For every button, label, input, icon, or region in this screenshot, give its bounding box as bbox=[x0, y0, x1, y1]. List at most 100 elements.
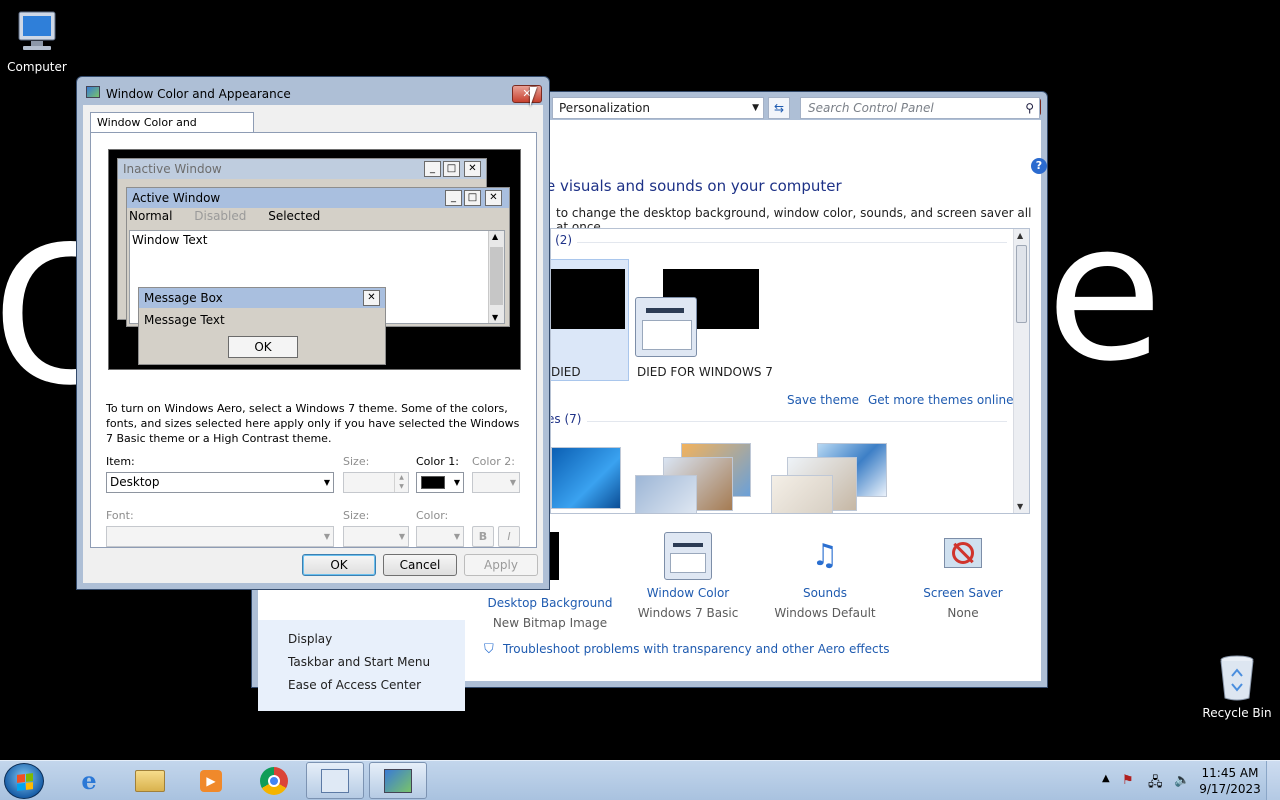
my-themes-label: s (2) bbox=[551, 233, 573, 247]
troubleshoot-link[interactable]: Troubleshoot problems with transparency … bbox=[503, 642, 890, 656]
close-icon: ✕ bbox=[464, 161, 481, 177]
group-divider bbox=[587, 421, 1007, 422]
color1-label: Color 1: bbox=[416, 455, 459, 468]
dialog-body: Window Color and Appearance Inactive Win… bbox=[83, 105, 543, 583]
scroll-up-icon[interactable]: ▲ bbox=[1017, 231, 1023, 240]
recycle-bin-label: Recycle Bin bbox=[1202, 706, 1272, 720]
network-icon[interactable]: 🖧 bbox=[1148, 773, 1163, 795]
file-explorer-button[interactable] bbox=[121, 762, 179, 799]
address-bar[interactable]: Personalization ▼ bbox=[552, 97, 764, 119]
appearance-preview[interactable]: Inactive Window _ □ ✕ Active Window _ □ … bbox=[108, 149, 521, 370]
media-player-icon: ▶ bbox=[200, 769, 222, 792]
refresh-icon: ⇆ bbox=[773, 101, 785, 115]
dialog-title: Window Color and Appearance bbox=[106, 87, 291, 101]
windows-logo-icon bbox=[17, 773, 33, 791]
start-button[interactable] bbox=[4, 763, 44, 799]
theme-name-died: DIED bbox=[551, 365, 581, 379]
notification-area: ▲ ⚑ 🖧 🔈 bbox=[1098, 761, 1198, 800]
theme-united-states[interactable] bbox=[771, 475, 833, 513]
refresh-button[interactable]: ⇆ bbox=[768, 97, 790, 119]
color1-picker[interactable]: ▼ bbox=[416, 472, 464, 493]
computer-desktop-icon[interactable]: Computer bbox=[0, 8, 77, 74]
theme-preview-died bbox=[551, 269, 625, 329]
font-color-picker[interactable]: ▼ bbox=[416, 526, 464, 547]
display-icon bbox=[86, 86, 100, 98]
taskbar: e ▶ ▲ ⚑ 🖧 🔈 11:45 AM 9/17/2023 bbox=[0, 760, 1280, 800]
font-label: Font: bbox=[106, 509, 134, 522]
tab-window-color[interactable]: Window Color and Appearance bbox=[90, 112, 254, 148]
nav-taskbar[interactable]: Taskbar and Start Menu bbox=[288, 655, 430, 669]
chevron-down-icon: ▼ bbox=[323, 478, 330, 487]
theme-windows7[interactable] bbox=[551, 447, 621, 509]
theme-landscapes[interactable] bbox=[635, 475, 697, 513]
desktop-background-value: New Bitmap Image bbox=[492, 616, 608, 630]
font-select[interactable]: ▼ bbox=[106, 526, 334, 547]
menu-normal: Normal bbox=[129, 209, 173, 223]
computer-label: Computer bbox=[7, 60, 67, 74]
show-hidden-icons-icon[interactable]: ▲ bbox=[1102, 773, 1110, 784]
window-text: Window Text bbox=[132, 233, 208, 247]
sounds-item[interactable]: ♫ Sounds Windows Default bbox=[755, 532, 895, 620]
window-color-label: Window Color bbox=[646, 586, 730, 600]
color2-picker[interactable]: ▼ bbox=[472, 472, 520, 493]
size-label: Size: bbox=[343, 455, 370, 468]
msgbox-ok-button: OK bbox=[228, 336, 298, 358]
display-icon bbox=[384, 768, 412, 793]
nav-display[interactable]: Display bbox=[288, 632, 332, 646]
search-placeholder: Search Control Panel bbox=[808, 101, 934, 115]
font-size-select[interactable]: ▼ bbox=[343, 526, 409, 547]
chevron-down-icon[interactable]: ▼ bbox=[752, 98, 759, 118]
menu-selected: Selected bbox=[268, 209, 321, 223]
media-player-button[interactable]: ▶ bbox=[182, 762, 240, 799]
sounds-value: Windows Default bbox=[774, 606, 876, 620]
window-color-item[interactable]: Window Color Windows 7 Basic bbox=[618, 532, 758, 620]
screen-saver-item[interactable]: Screen Saver None bbox=[893, 532, 1033, 620]
desktop-background-label: Desktop Background bbox=[487, 596, 613, 610]
cancel-button[interactable]: Cancel bbox=[383, 554, 457, 576]
nav-ease-of-access[interactable]: Ease of Access Center bbox=[288, 678, 421, 692]
item-select[interactable]: Desktop ▼ bbox=[106, 472, 334, 493]
control-panel-button[interactable] bbox=[306, 762, 364, 799]
preview-message-box: Message Box ✕ Message Text OK bbox=[138, 287, 386, 365]
volume-icon[interactable]: 🔈 bbox=[1174, 773, 1190, 788]
display-settings-button[interactable] bbox=[369, 762, 427, 799]
msgbox-caption: Message Box bbox=[139, 288, 385, 308]
preview-scrollbar: ▲ ▼ bbox=[488, 231, 504, 323]
dialog-close-button[interactable]: ✕ bbox=[512, 85, 542, 103]
clock[interactable]: 11:45 AM 9/17/2023 bbox=[1198, 765, 1262, 797]
bold-button[interactable]: B bbox=[472, 526, 494, 547]
chrome-button[interactable] bbox=[245, 762, 303, 799]
scroll-thumb[interactable] bbox=[1016, 245, 1027, 323]
chevron-down-icon: ▼ bbox=[398, 532, 405, 541]
search-icon[interactable]: ⚲ bbox=[1025, 98, 1034, 118]
screen-saver-value: None bbox=[947, 606, 979, 620]
preview-menu: Normal Disabled Selected bbox=[129, 209, 338, 223]
see-also-panel: Display Taskbar and Start Menu Ease of A… bbox=[258, 620, 465, 711]
get-more-themes-link[interactable]: Get more themes online bbox=[868, 393, 1014, 407]
scroll-down-icon[interactable]: ▼ bbox=[1017, 502, 1023, 511]
computer-icon bbox=[18, 11, 56, 50]
search-input[interactable]: Search Control Panel ⚲ bbox=[800, 97, 1040, 119]
help-icon[interactable]: ? bbox=[1031, 158, 1047, 174]
folder-icon bbox=[135, 769, 165, 792]
color1-swatch bbox=[421, 476, 445, 489]
mouse-cursor-icon bbox=[530, 87, 537, 107]
scroll-up-icon: ▲ bbox=[492, 232, 499, 241]
spin-buttons[interactable]: ▲ ▼ bbox=[394, 473, 408, 492]
apply-button[interactable]: Apply bbox=[464, 554, 538, 576]
action-center-icon[interactable]: ⚑ bbox=[1122, 773, 1134, 788]
close-icon: ✕ bbox=[485, 190, 502, 206]
ok-button[interactable]: OK bbox=[302, 554, 376, 576]
save-theme-link[interactable]: Save theme bbox=[787, 393, 859, 407]
italic-button[interactable]: I bbox=[498, 526, 520, 547]
theme-name-died-w7: DIED FOR WINDOWS 7 bbox=[637, 365, 773, 379]
recycle-bin-desktop-icon[interactable]: Recycle Bin bbox=[1197, 654, 1277, 720]
theme-list: s (2) DIED DIED FOR WINDOWS 7 Save theme… bbox=[550, 228, 1030, 514]
size-stepper[interactable]: ▲ ▼ bbox=[343, 472, 409, 493]
control-panel-icon bbox=[321, 768, 349, 793]
window-color-value: Windows 7 Basic bbox=[637, 606, 739, 620]
internet-explorer-button[interactable]: e bbox=[60, 762, 118, 799]
close-icon: ✕ bbox=[363, 290, 380, 306]
show-desktop-button[interactable] bbox=[1266, 761, 1280, 800]
theme-list-scrollbar[interactable]: ▲ ▼ bbox=[1013, 229, 1029, 513]
